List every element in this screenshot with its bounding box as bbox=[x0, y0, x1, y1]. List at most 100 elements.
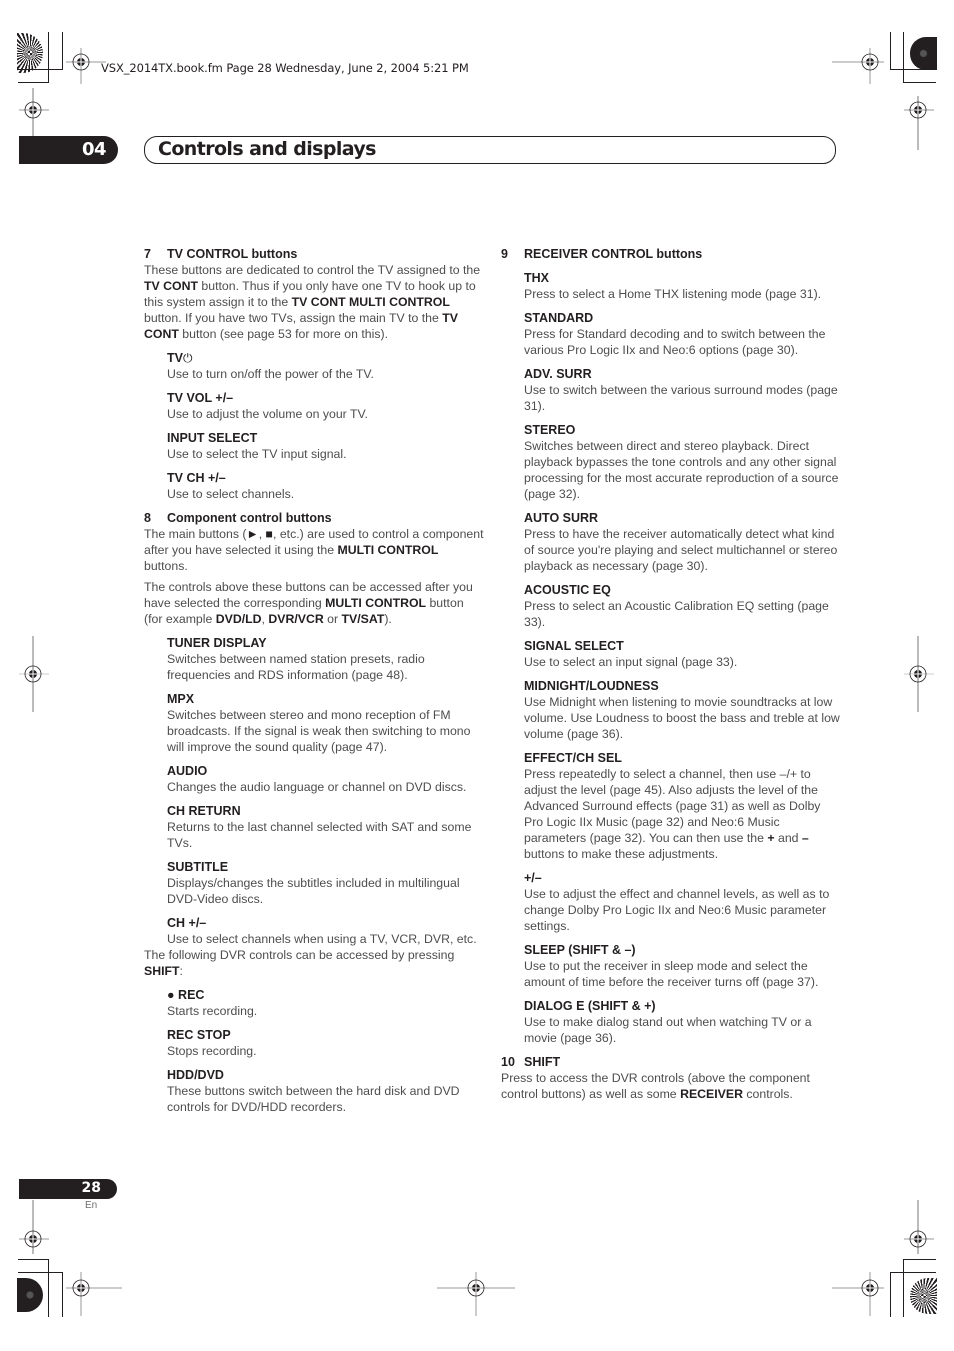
item-description: Use to turn on/off the power of the TV. bbox=[167, 367, 374, 381]
item-description: Use Midnight when listening to movie sou… bbox=[524, 695, 840, 741]
crop-line bbox=[18, 1259, 49, 1260]
stop-icon: ■ bbox=[265, 527, 273, 541]
item-title: INPUT SELECT bbox=[167, 431, 258, 445]
record-dot-icon: ● bbox=[167, 988, 175, 1002]
button-ref: TV/SAT bbox=[341, 612, 385, 626]
page-number-tab: 28 bbox=[19, 1179, 117, 1199]
button-ref: TV CONT MULTI CONTROL bbox=[291, 295, 450, 309]
list-item: AUDIO Changes the audio language or chan… bbox=[167, 763, 484, 795]
shift-note: The following DVR controls can be access… bbox=[144, 947, 484, 979]
color-bar-disc-icon bbox=[17, 33, 43, 73]
item-description: Press to have the receiver automatically… bbox=[524, 527, 838, 573]
crop-line bbox=[890, 1272, 936, 1273]
section-title: RECEIVER CONTROL buttons bbox=[524, 247, 703, 261]
button-ref: MULTI CONTROL bbox=[325, 596, 427, 610]
list-item: STEREO Switches between direct and stere… bbox=[524, 422, 841, 502]
item-description: Switches between direct and stereo playb… bbox=[524, 439, 839, 501]
list-item: TUNER DISPLAY Switches between named sta… bbox=[167, 635, 484, 683]
crop-line bbox=[890, 1272, 891, 1317]
text-run: button. If you have two TVs, assign the … bbox=[144, 311, 443, 325]
item-title: HDD/DVD bbox=[167, 1068, 224, 1082]
item-description: Returns to the last channel selected wit… bbox=[167, 820, 472, 850]
color-bar-disc-icon bbox=[17, 1278, 43, 1312]
list-item: TV⏻ Use to turn on/off the power of the … bbox=[167, 350, 484, 382]
color-bar-disc-icon bbox=[910, 37, 937, 70]
item-title: TV⏻ bbox=[167, 350, 484, 366]
section-title: TV CONTROL buttons bbox=[167, 247, 298, 261]
text-run: ). bbox=[384, 612, 392, 626]
registration-target-icon bbox=[832, 48, 884, 84]
page-language: En bbox=[85, 1200, 98, 1211]
item-description: Use to adjust the volume on your TV. bbox=[167, 407, 368, 421]
color-bar-disc-icon bbox=[910, 1278, 937, 1314]
play-icon: ► bbox=[246, 527, 259, 541]
list-item: HDD/DVD These buttons switch between the… bbox=[167, 1067, 484, 1115]
item-title: TV VOL +/– bbox=[167, 391, 234, 405]
text-run: The following DVR controls can be access… bbox=[144, 948, 455, 962]
chapter-number-tab: 04 bbox=[19, 136, 118, 164]
registration-target-icon bbox=[832, 1272, 884, 1316]
button-ref: – bbox=[801, 831, 809, 845]
crop-line bbox=[18, 1272, 63, 1273]
section-tv-control: 7 TV CONTROL buttons These buttons are de… bbox=[144, 246, 484, 502]
list-item: ● REC Starts recording. bbox=[167, 987, 484, 1019]
item-description: These buttons switch between the hard di… bbox=[167, 1084, 460, 1114]
item-description: Use to select channels. bbox=[167, 487, 295, 501]
item-title: AUDIO bbox=[167, 764, 208, 778]
registration-target-icon bbox=[19, 636, 49, 712]
list-item: +/– Use to adjust the effect and channel… bbox=[524, 870, 841, 934]
item-title: TV CH +/– bbox=[167, 471, 226, 485]
text-run: The main buttons ( bbox=[144, 527, 247, 541]
power-icon: ⏻ bbox=[182, 351, 193, 365]
crop-line bbox=[890, 69, 936, 70]
item-description: Displays/changes the subtitles included … bbox=[167, 876, 460, 906]
item-description: Press repeatedly to select a channel, th… bbox=[524, 766, 841, 862]
list-item: CH RETURN Returns to the last channel se… bbox=[167, 803, 484, 851]
list-item: AUTO SURR Press to have the receiver aut… bbox=[524, 510, 841, 574]
item-description: Press to select a Home THX listening mod… bbox=[524, 287, 822, 301]
button-ref: TV CONT bbox=[144, 279, 198, 293]
file-info-slug: VSX_2014TX.book.fm Page 28 Wednesday, Ju… bbox=[101, 61, 469, 75]
item-title: MPX bbox=[167, 692, 195, 706]
button-ref: DVR/VCR bbox=[268, 612, 324, 626]
right-column: 9 RECEIVER CONTROL buttons THX Press to s… bbox=[501, 246, 841, 1110]
item-description: Switches between stereo and mono recepti… bbox=[167, 708, 471, 754]
item-title: STEREO bbox=[524, 423, 576, 437]
item-title: SUBTITLE bbox=[167, 860, 229, 874]
list-item: DIALOG E (SHIFT & +) Use to make dialog … bbox=[524, 998, 841, 1046]
list-item: ACOUSTIC EQ Press to select an Acoustic … bbox=[524, 582, 841, 630]
item-title: DIALOG E (SHIFT & +) bbox=[524, 999, 656, 1013]
chapter-title-box: Controls and displays bbox=[144, 136, 836, 164]
item-description: Press to select an Acoustic Calibration … bbox=[524, 599, 829, 629]
item-title: ADV. SURR bbox=[524, 367, 592, 381]
text-run: , bbox=[258, 527, 266, 541]
item-description: Switches between named station presets, … bbox=[167, 652, 425, 682]
crop-line bbox=[18, 82, 49, 83]
list-item: MIDNIGHT/LOUDNESS Use Midnight when list… bbox=[524, 678, 841, 742]
item-title: EFFECT/CH SEL bbox=[524, 751, 622, 765]
section-heading: 10 SHIFT bbox=[501, 1054, 841, 1070]
section-receiver-control: 9 RECEIVER CONTROL buttons THX Press to s… bbox=[501, 246, 841, 1046]
crop-line bbox=[62, 1272, 63, 1317]
registration-target-icon bbox=[904, 96, 934, 150]
button-ref: + bbox=[767, 831, 775, 845]
registration-target-icon bbox=[66, 1272, 122, 1316]
text-run: These buttons are dedicated to control t… bbox=[144, 263, 481, 277]
registration-target-icon bbox=[66, 48, 106, 84]
item-description: Starts recording. bbox=[167, 1004, 258, 1018]
section-heading: 9 RECEIVER CONTROL buttons bbox=[501, 246, 841, 262]
registration-target-icon bbox=[19, 1200, 49, 1254]
item-description: Use to adjust the effect and channel lev… bbox=[524, 887, 830, 933]
text-run: and bbox=[774, 831, 802, 845]
item-description: Changes the audio language or channel on… bbox=[167, 780, 467, 794]
list-item: SUBTITLE Displays/changes the subtitles … bbox=[167, 859, 484, 907]
list-item: INPUT SELECT Use to select the TV input … bbox=[167, 430, 484, 462]
item-title: REC STOP bbox=[167, 1028, 231, 1042]
chapter-title: Controls and displays bbox=[158, 138, 377, 160]
crop-line bbox=[890, 32, 891, 70]
left-column: 7 TV CONTROL buttons These buttons are de… bbox=[144, 246, 484, 1123]
crop-line bbox=[903, 1259, 936, 1260]
button-ref: SHIFT bbox=[144, 964, 180, 978]
page-number: 28 bbox=[81, 1180, 101, 1196]
crop-line bbox=[48, 32, 49, 83]
